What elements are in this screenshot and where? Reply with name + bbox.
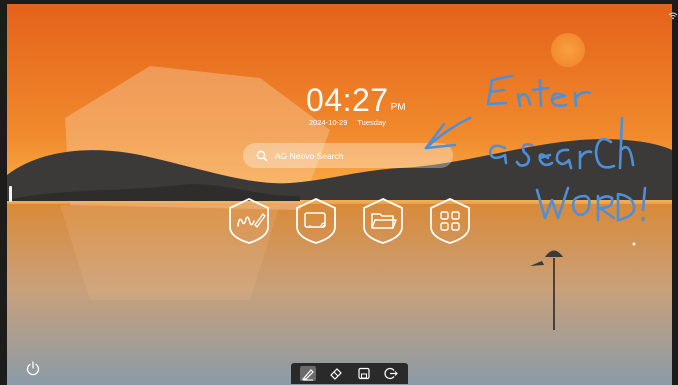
whiteboard-button[interactable] xyxy=(227,197,271,245)
file-manager-button[interactable] xyxy=(361,197,405,245)
clock-time: 04:27 xyxy=(306,82,389,118)
folder-icon xyxy=(363,198,403,244)
clock-ampm: PM xyxy=(390,102,406,113)
screen-cast-button[interactable] xyxy=(294,197,338,245)
top-bezel xyxy=(0,0,678,4)
power-button[interactable] xyxy=(25,360,41,376)
save-tool-button[interactable] xyxy=(356,366,372,381)
screen: 04:27 PM 2024-10-29 Tuesday AG Neovo Searc… xyxy=(0,0,678,385)
screen-cast-icon xyxy=(296,198,336,244)
exit-tool-button[interactable] xyxy=(383,366,399,381)
pen-icon xyxy=(301,369,314,381)
search-icon xyxy=(255,149,269,163)
search-placeholder: AG Neovo Search xyxy=(275,150,344,161)
date-row: 2024-10-29 Tuesday xyxy=(309,118,386,127)
apps-button[interactable] xyxy=(428,197,472,245)
annotation-toolbar xyxy=(291,363,408,384)
wifi-icon xyxy=(668,12,678,20)
pen-tool-button[interactable] xyxy=(300,366,316,381)
date-value: 2024-10-29 xyxy=(309,118,348,127)
clock: 04:27 PM xyxy=(306,82,406,119)
left-bezel xyxy=(0,0,7,385)
search-bar[interactable]: AG Neovo Search xyxy=(243,143,453,168)
eraser-tool-button[interactable] xyxy=(328,366,344,381)
date-weekday: Tuesday xyxy=(357,118,386,127)
side-toolbar-handle[interactable] xyxy=(9,186,12,202)
right-bezel xyxy=(672,0,678,385)
whiteboard-icon xyxy=(229,198,269,244)
wallpaper xyxy=(0,0,678,385)
exit-icon xyxy=(384,367,398,380)
power-icon xyxy=(26,361,40,376)
save-icon xyxy=(358,367,370,380)
eraser-icon xyxy=(330,368,342,380)
apps-grid-icon xyxy=(430,198,470,244)
